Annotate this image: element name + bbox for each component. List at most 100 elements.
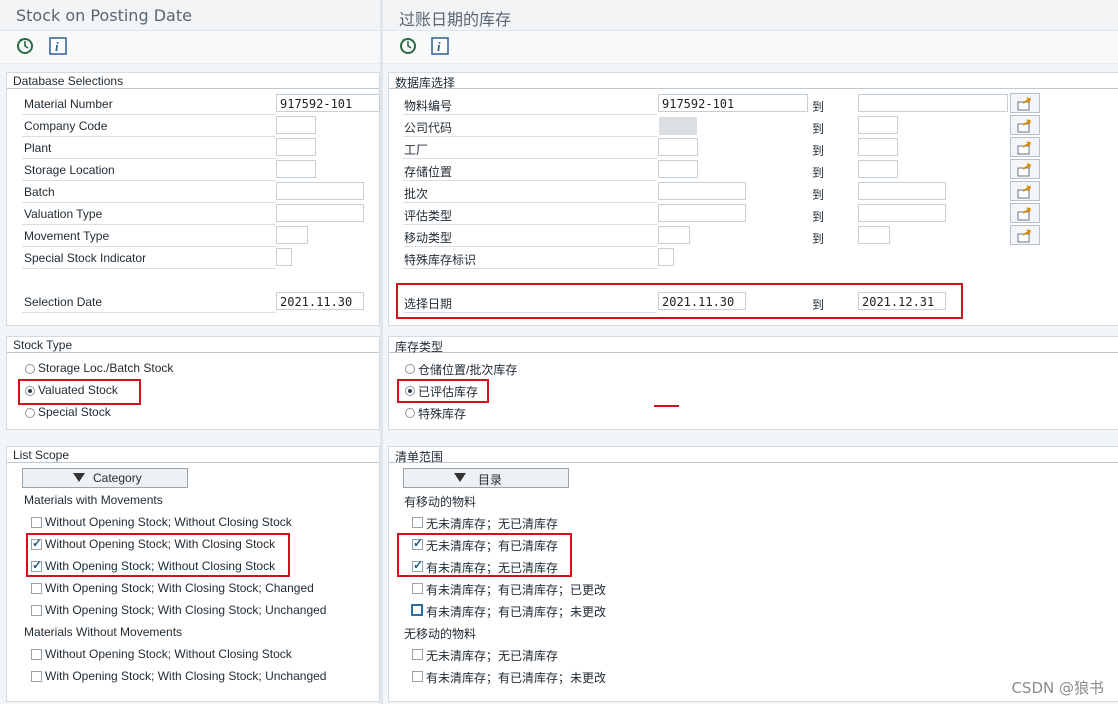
plant-from-input[interactable]: [658, 138, 698, 156]
valuation-type-input[interactable]: [276, 204, 364, 222]
batch-label: Batch: [24, 185, 55, 199]
special-stock-indicator-input[interactable]: [276, 248, 292, 266]
checkbox-c6-label: Without Opening Stock; Without Closing S…: [45, 647, 292, 661]
section-title: Database Selections: [13, 74, 124, 88]
to-label: 到: [812, 166, 825, 180]
storage-location-to-input[interactable]: [858, 160, 898, 178]
multiple-selection-button[interactable]: [1010, 203, 1040, 223]
multiple-selection-button[interactable]: [1010, 159, 1040, 179]
plant-to-input[interactable]: [858, 138, 898, 156]
company-code-input[interactable]: [659, 117, 697, 135]
valuation-type-to-input[interactable]: [858, 204, 946, 222]
storage-batch-stock-radio[interactable]: [405, 364, 415, 374]
checkbox-c7[interactable]: [31, 671, 42, 682]
checkbox-c5[interactable]: [31, 605, 42, 616]
execute-clock-icon[interactable]: [399, 37, 417, 55]
to-label: 到: [812, 188, 825, 202]
section-title: 库存类型: [395, 340, 444, 354]
plant-input[interactable]: [276, 138, 316, 156]
batch-input[interactable]: [276, 182, 364, 200]
special-stock-label: Special Stock: [38, 405, 111, 419]
special-stock-radio[interactable]: [25, 408, 35, 418]
section-header: 清单范围: [389, 447, 1118, 464]
checkbox-c5[interactable]: [411, 604, 423, 616]
valuation-type-from-input[interactable]: [658, 204, 746, 222]
checkbox-c6[interactable]: [31, 649, 42, 660]
movement-type-input[interactable]: [276, 226, 308, 244]
multiple-selection-button[interactable]: [1010, 115, 1040, 135]
info-icon[interactable]: i: [431, 37, 449, 55]
red-mark: [654, 405, 679, 407]
material-number-from-input[interactable]: 917592-101: [658, 94, 808, 112]
checkbox-c4[interactable]: [31, 583, 42, 594]
storage-batch-stock-label: Storage Loc./Batch Stock: [38, 361, 174, 375]
checkbox-c7[interactable]: [412, 671, 423, 682]
material-number-to-input[interactable]: [858, 94, 1008, 112]
multiple-selection-icon: [1017, 97, 1032, 111]
special-stock-indicator-input[interactable]: [658, 248, 674, 266]
multiple-selection-button[interactable]: [1010, 93, 1040, 113]
movement-type-to-input[interactable]: [858, 226, 890, 244]
multiple-selection-button[interactable]: [1010, 181, 1040, 201]
valuation-type-label: Valuation Type: [24, 207, 103, 221]
selection-date-input[interactable]: 2021.11.30: [276, 292, 364, 310]
checkbox-c1[interactable]: [31, 517, 42, 528]
storage-location-input[interactable]: [276, 160, 316, 178]
special-stock-indicator-label: 特殊库存标识: [404, 253, 477, 267]
to-label: 到: [812, 100, 825, 114]
multiple-selection-icon: [1017, 185, 1032, 199]
category-button[interactable]: Category: [22, 468, 188, 488]
row-separator: [22, 182, 276, 203]
section-title: 数据库选择: [395, 76, 456, 90]
company-code-label: 公司代码: [404, 121, 453, 135]
category-button[interactable]: 目录: [403, 468, 569, 488]
triangle-down-icon: [454, 473, 466, 482]
special-stock-radio[interactable]: [405, 408, 415, 418]
movement-type-label: 移动类型: [404, 231, 453, 245]
checkbox-c6[interactable]: [412, 649, 423, 660]
storage-location-label: 存储位置: [404, 165, 453, 179]
materials-with-movements-label: Materials with Movements: [24, 493, 163, 507]
material-number-input[interactable]: 917592-101: [276, 94, 380, 112]
to-label: 到: [812, 122, 825, 136]
checkbox-c4-label: With Opening Stock; With Closing Stock; …: [45, 581, 314, 595]
company-code-input[interactable]: [276, 116, 316, 134]
section-header: 数据库选择: [389, 73, 1118, 90]
title-bar: 过账日期的库存: [383, 0, 1118, 31]
batch-to-input[interactable]: [858, 182, 946, 200]
page-title: 过账日期的库存: [399, 10, 512, 29]
checkbox-c1[interactable]: [412, 517, 423, 528]
storage-batch-stock-label: 仓储位置/批次库存: [418, 363, 518, 377]
highlight-box: [18, 379, 141, 405]
plant-label: 工厂: [404, 143, 429, 157]
category-button-label: 目录: [478, 473, 503, 487]
chinese-pane: 过账日期的库存 i 数据库选择 物料编号 917592-101 到 公司代码 到…: [383, 0, 1118, 704]
multiple-selection-icon: [1017, 207, 1032, 221]
checkbox-c4-label: 有未清库存；有已清库存；已更改: [426, 583, 607, 597]
materials-with-movements-label: 有移动的物料: [404, 495, 477, 509]
checkbox-c6-label: 无未清库存；无已清库存: [426, 649, 559, 663]
checkbox-c5-label: 有未清库存；有已清库存；未更改: [426, 605, 607, 619]
svg-text:i: i: [437, 39, 441, 54]
movement-type-from-input[interactable]: [658, 226, 690, 244]
english-pane: Stock on Posting Date i Database Selecti…: [0, 0, 380, 704]
batch-from-input[interactable]: [658, 182, 746, 200]
page-title: Stock on Posting Date: [16, 6, 192, 25]
multiple-selection-icon: [1017, 119, 1032, 133]
highlight-box: [26, 533, 290, 577]
checkbox-c4[interactable]: [412, 583, 423, 594]
category-button-label: Category: [93, 471, 142, 485]
toolbar: i: [0, 31, 380, 64]
execute-clock-icon[interactable]: [16, 37, 34, 55]
storage-batch-stock-radio[interactable]: [25, 364, 35, 374]
section-title: List Scope: [13, 448, 70, 462]
company-code-to-input[interactable]: [858, 116, 898, 134]
multiple-selection-button[interactable]: [1010, 137, 1040, 157]
multiple-selection-button[interactable]: [1010, 225, 1040, 245]
checkbox-c5-label: With Opening Stock; With Closing Stock; …: [45, 603, 327, 617]
highlight-box: [396, 283, 963, 319]
storage-location-from-input[interactable]: [658, 160, 698, 178]
info-icon[interactable]: i: [49, 37, 67, 55]
section-title: 清单范围: [395, 450, 444, 464]
storage-location-label: Storage Location: [24, 163, 115, 177]
